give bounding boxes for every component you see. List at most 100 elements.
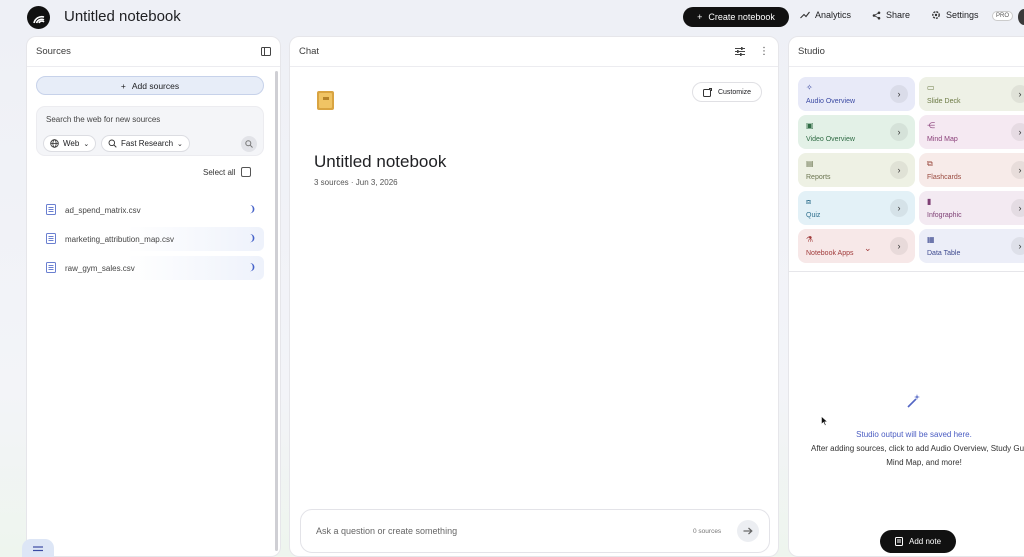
magic-wand-icon <box>907 394 920 408</box>
web-search-box: Search the web for new sources Web ⌄ Fas… <box>36 106 264 156</box>
reports-icon: ▤ <box>806 159 814 168</box>
studio-card-label: Infographic <box>927 212 962 219</box>
tune-icon[interactable] <box>735 47 745 56</box>
customize-button[interactable]: Customize <box>692 82 762 102</box>
search-icon <box>245 140 253 148</box>
source-item[interactable]: raw_gym_sales.csv ❩ <box>36 256 264 280</box>
video-icon: ▣ <box>806 121 814 130</box>
notebook-emoji-icon <box>317 91 334 110</box>
divider <box>789 271 1024 272</box>
mouse-cursor-icon <box>821 416 828 426</box>
source-name: ad_spend_matrix.csv <box>65 206 141 215</box>
gear-icon <box>932 11 940 19</box>
studio-card-audio-overview[interactable]: ✧ Audio Overview › <box>798 77 915 111</box>
chevron-right-icon[interactable]: ❩ <box>248 233 256 244</box>
chevron-right-icon[interactable]: › <box>890 237 908 255</box>
add-sources-label: Add sources <box>131 80 180 91</box>
source-item[interactable]: marketing_attribution_map.csv ❩ <box>36 227 264 251</box>
notebook-title[interactable]: Untitled notebook <box>64 8 181 25</box>
globe-icon <box>50 139 59 148</box>
more-vert-icon[interactable]: ⋮ <box>759 46 769 57</box>
flashcards-icon: ⧉ <box>927 159 933 168</box>
trending-up-icon <box>800 11 810 19</box>
chevron-right-icon[interactable]: › <box>1011 123 1024 141</box>
studio-card-data-table[interactable]: ▦ Data Table › <box>919 229 1024 263</box>
create-notebook-label: Create notebook <box>708 12 775 22</box>
web-search-input[interactable]: Search the web for new sources <box>46 115 160 124</box>
chevron-right-icon[interactable]: › <box>1011 85 1024 103</box>
chevron-right-icon[interactable]: › <box>890 199 908 217</box>
create-notebook-button[interactable]: + Create notebook <box>683 7 789 27</box>
chat-input-placeholder: Ask a question or create something <box>316 526 458 536</box>
research-chip-label: Fast Research <box>121 139 174 148</box>
chevron-down-icon[interactable]: ⌄ <box>864 243 872 254</box>
menu-button[interactable] <box>22 539 54 557</box>
document-icon <box>46 262 56 273</box>
document-icon <box>46 233 56 244</box>
studio-card-label: Notebook Apps <box>806 250 854 257</box>
chevron-right-icon[interactable]: ❩ <box>248 204 256 215</box>
pro-badge: PRO <box>992 11 1014 21</box>
top-bar: Untitled notebook + Create notebook Anal… <box>0 0 1024 36</box>
send-button[interactable] <box>737 520 759 542</box>
mindmap-icon: ⋲ <box>927 121 935 130</box>
share-button[interactable]: Share <box>872 10 910 20</box>
chat-title: Chat <box>299 46 320 57</box>
chat-input[interactable]: Ask a question or create something 0 sou… <box>300 509 770 553</box>
chevron-right-icon[interactable]: › <box>1011 161 1024 179</box>
studio-card-reports[interactable]: ▤ Reports › <box>798 153 915 187</box>
studio-card-label: Reports <box>806 174 831 181</box>
studio-card-label: Slide Deck <box>927 98 961 105</box>
web-chip-label: Web <box>63 139 80 148</box>
plus-icon: + <box>120 80 126 91</box>
studio-card-infographic[interactable]: ▮ Infographic › <box>919 191 1024 225</box>
studio-panel: Studio ✧ Audio Overview › ▭ Slide Deck › ▣ Vide… <box>788 36 1024 557</box>
research-icon <box>108 139 117 148</box>
table-icon: ▦ <box>927 235 935 244</box>
quiz-icon: ⧈ <box>806 197 812 206</box>
source-item[interactable]: ad_spend_matrix.csv ❩ <box>36 198 264 222</box>
add-note-label: Add note <box>908 537 942 546</box>
app-logo-icon[interactable] <box>27 6 50 29</box>
sources-panel: Sources + Add sources Search the web for… <box>26 36 281 557</box>
studio-card-video-overview[interactable]: ▣ Video Overview › <box>798 115 915 149</box>
chevron-right-icon[interactable]: › <box>890 161 908 179</box>
chevron-right-icon[interactable]: ❩ <box>248 262 256 273</box>
settings-button[interactable]: Settings <box>931 10 979 20</box>
sources-title: Sources <box>36 46 71 57</box>
analytics-button[interactable]: Analytics <box>800 10 851 20</box>
add-sources-button[interactable]: + Add sources <box>36 76 264 95</box>
studio-card-notebook-apps[interactable]: ⚗ Notebook Apps ⌄ › <box>798 229 915 263</box>
notebook-heading: Untitled notebook <box>314 152 447 171</box>
notebook-meta: 3 sources · Jun 3, 2026 <box>314 178 398 187</box>
chevron-right-icon[interactable]: › <box>1011 237 1024 255</box>
sources-scrollbar[interactable] <box>275 71 278 551</box>
web-search-button[interactable] <box>241 136 257 152</box>
studio-empty-description: After adding sources, click to add Audio… <box>811 444 1024 467</box>
studio-card-mind-map[interactable]: ⋲ Mind Map › <box>919 115 1024 149</box>
studio-card-label: Flashcards <box>927 174 962 181</box>
studio-header: Studio <box>789 37 1024 67</box>
add-note-button[interactable]: Add note <box>880 530 956 553</box>
chevron-right-icon[interactable]: › <box>890 85 908 103</box>
menu-icon <box>33 546 43 552</box>
chevron-right-icon[interactable]: › <box>1011 199 1024 217</box>
studio-card-flashcards[interactable]: ⧉ Flashcards › <box>919 153 1024 187</box>
research-mode-dropdown[interactable]: Fast Research ⌄ <box>101 135 190 152</box>
sources-header: Sources <box>27 37 280 67</box>
collapse-panel-icon[interactable] <box>261 47 271 56</box>
studio-card-quiz[interactable]: ⧈ Quiz › <box>798 191 915 225</box>
source-count: 0 sources <box>693 528 722 535</box>
select-all-label: Select all <box>203 167 236 177</box>
chevron-right-icon[interactable]: › <box>890 123 908 141</box>
studio-card-slide-deck[interactable]: ▭ Slide Deck › <box>919 77 1024 111</box>
studio-card-label: Data Table <box>927 250 961 257</box>
customize-icon <box>702 87 712 97</box>
web-source-dropdown[interactable]: Web ⌄ <box>43 135 97 152</box>
avatar[interactable] <box>1018 9 1024 25</box>
studio-empty-state: Studio output will be saved here. After … <box>789 393 1024 470</box>
select-all-checkbox[interactable] <box>241 167 252 177</box>
chat-panel: Chat ⋮ Customize Untitled notebook 3 sou… <box>289 36 779 557</box>
source-name: marketing_attribution_map.csv <box>65 235 174 244</box>
select-all[interactable]: Select all <box>203 167 252 177</box>
